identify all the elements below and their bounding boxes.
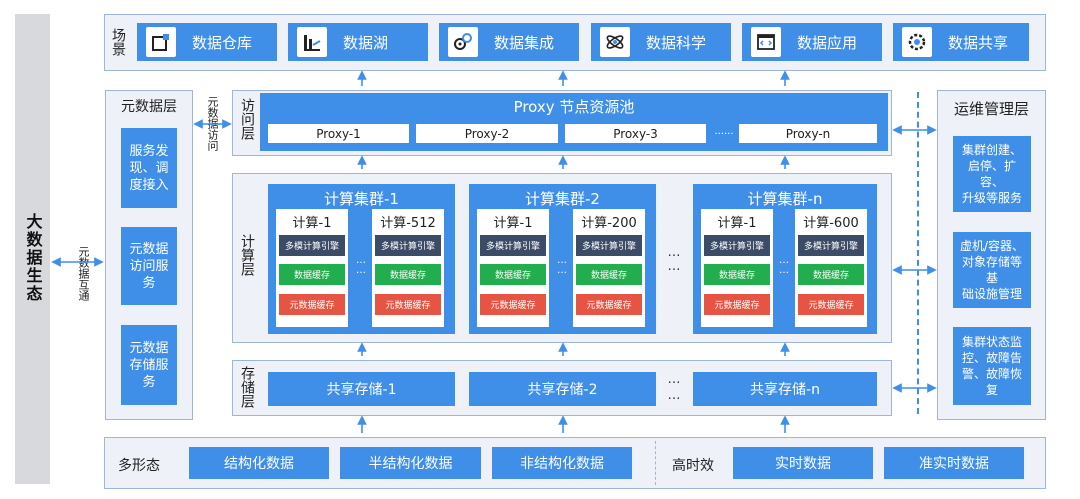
flow-arrows: [51, 70, 937, 433]
